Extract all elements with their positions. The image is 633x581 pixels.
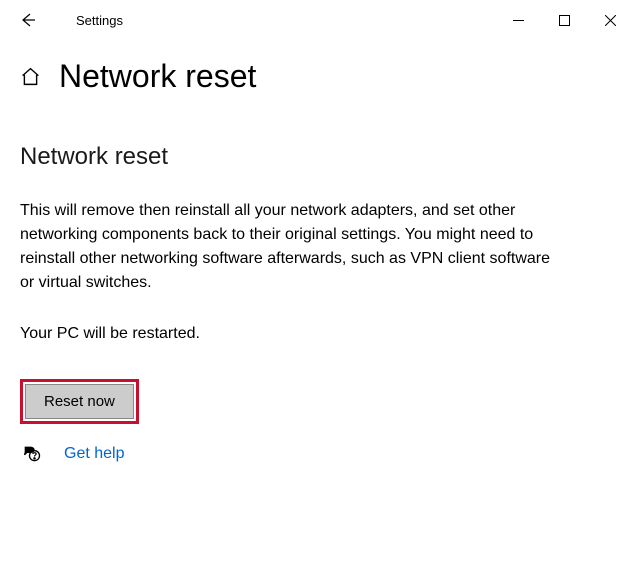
page-header: Network reset — [0, 40, 633, 95]
maximize-button[interactable] — [541, 0, 587, 40]
back-button[interactable] — [8, 0, 48, 40]
window-controls — [495, 0, 633, 40]
description-text: This will remove then reinstall all your… — [20, 199, 560, 295]
page-title: Network reset — [59, 58, 256, 95]
reset-now-button[interactable]: Reset now — [25, 384, 134, 419]
chat-help-icon — [22, 444, 42, 464]
help-row: Get help — [20, 444, 560, 464]
minimize-icon — [513, 15, 524, 26]
get-help-link[interactable]: Get help — [64, 445, 124, 463]
minimize-button[interactable] — [495, 0, 541, 40]
content-area: Network reset This will remove then rein… — [0, 95, 580, 464]
section-title: Network reset — [20, 143, 560, 171]
reset-button-highlight: Reset now — [20, 379, 139, 424]
restart-note: Your PC will be restarted. — [20, 325, 560, 343]
window-title: Settings — [76, 13, 123, 28]
maximize-icon — [559, 15, 570, 26]
close-icon — [605, 15, 616, 26]
arrow-left-icon — [20, 12, 36, 28]
close-button[interactable] — [587, 0, 633, 40]
home-icon[interactable] — [20, 66, 41, 87]
titlebar: Settings — [0, 0, 633, 40]
